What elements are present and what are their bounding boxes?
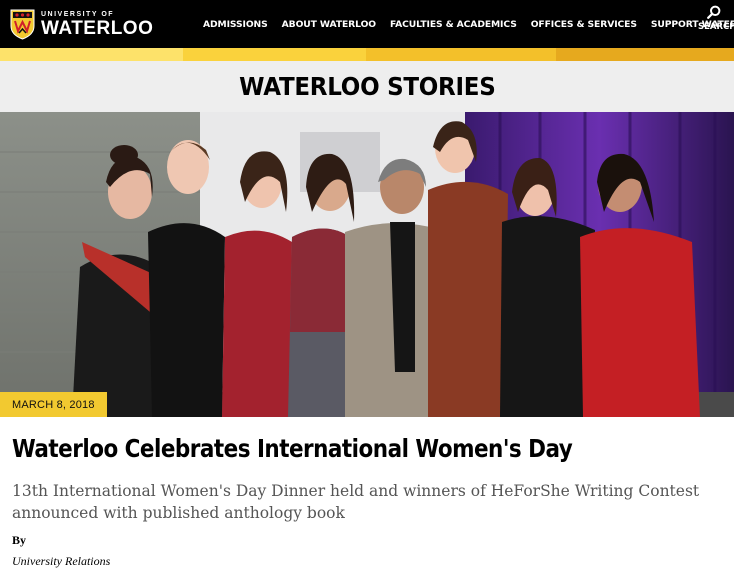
section-title[interactable]: WATERLOO STORIES [239, 72, 496, 101]
color-stripe [0, 48, 734, 61]
logo-line-2: WATERLOO [41, 17, 154, 39]
search-label: SEARCH [698, 22, 734, 32]
stripe-segment-1 [0, 48, 183, 61]
search-icon [707, 5, 721, 19]
group-photo [0, 112, 734, 417]
author-name[interactable]: University Relations [12, 554, 110, 569]
university-logo[interactable]: UNIVERSITY OF WATERLOO [10, 8, 153, 40]
nav-admissions[interactable]: ADMISSIONS [203, 19, 268, 30]
stripe-segment-2 [183, 48, 366, 61]
university-crest-icon [10, 9, 35, 40]
byline-label: By [12, 533, 27, 547]
article-summary: 13th International Women's Day Dinner he… [12, 482, 700, 522]
date-badge: MARCH 8, 2018 [0, 392, 107, 417]
article-hero-image[interactable] [0, 112, 734, 417]
search-button[interactable]: SEARCH [698, 5, 734, 32]
stripe-segment-4 [556, 48, 734, 61]
section-banner: WATERLOO STORIES [0, 61, 734, 112]
nav-about-waterloo[interactable]: ABOUT WATERLOO [282, 19, 376, 30]
article-title[interactable]: Waterloo Celebrates International Women'… [12, 434, 623, 463]
site-header: UNIVERSITY OF WATERLOO ADMISSIONS ABOUT … [0, 0, 734, 48]
logo-line-1: UNIVERSITY OF [41, 10, 115, 18]
nav-faculties-academics[interactable]: FACULTIES & ACADEMICS [390, 19, 517, 30]
stripe-segment-3 [366, 48, 556, 61]
main-navigation: ADMISSIONS ABOUT WATERLOO FACULTIES & AC… [203, 0, 734, 48]
logo-wordmark: UNIVERSITY OF WATERLOO [41, 11, 153, 38]
nav-offices-services[interactable]: OFFICES & SERVICES [531, 19, 637, 30]
